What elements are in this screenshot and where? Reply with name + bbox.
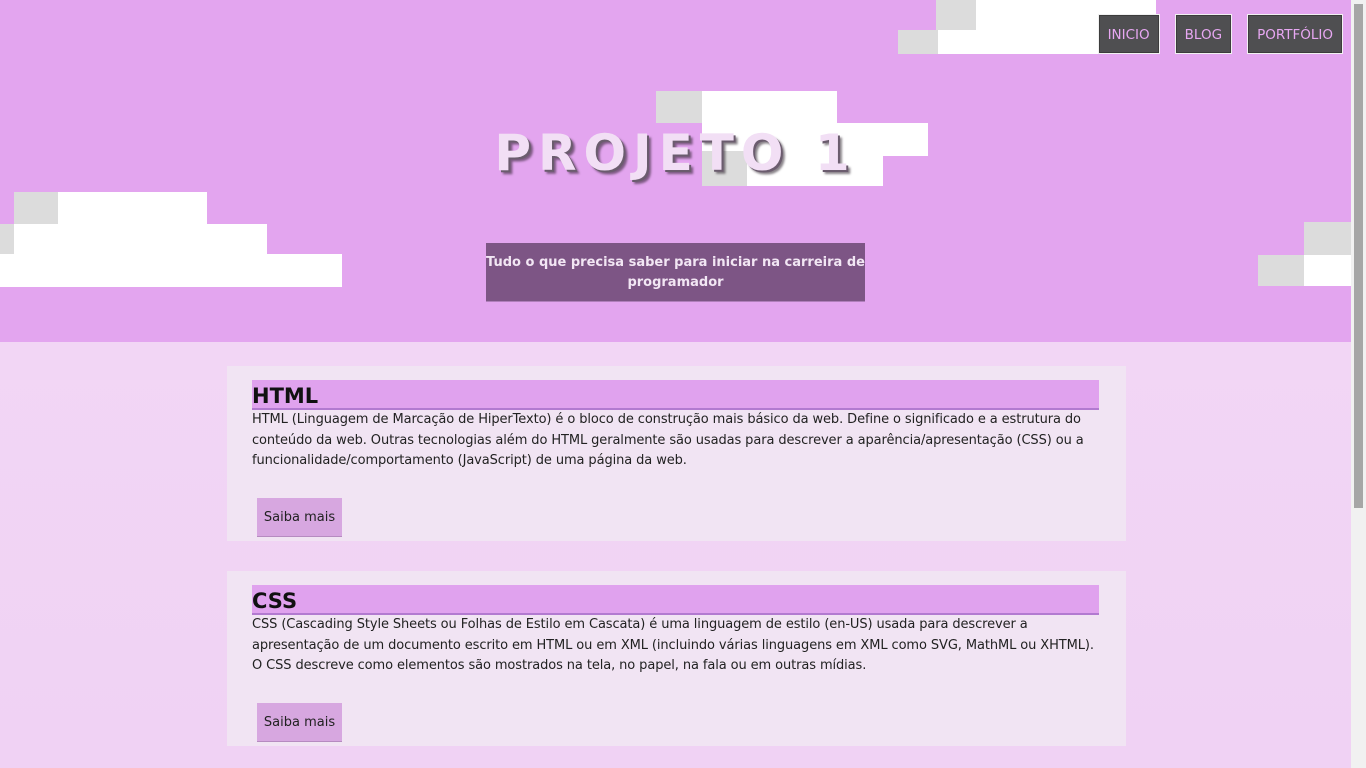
scrollbar-thumb[interactable]	[1354, 4, 1363, 508]
saiba-mais-button-css[interactable]: Saiba mais	[257, 703, 342, 742]
card-css: CSS CSS (Cascading Style Sheets ou Folha…	[227, 571, 1126, 746]
page-subtitle: Tudo o que precisa saber para iniciar na…	[486, 243, 865, 302]
page-title: PROJETO 1	[494, 124, 857, 182]
main-nav: INICIO BLOG PORTFÓLIO	[1097, 14, 1343, 54]
cloud-right	[1258, 222, 1351, 286]
card-html: HTML HTML (Linguagem de Marcação de Hipe…	[227, 366, 1126, 541]
saiba-mais-button-html[interactable]: Saiba mais	[257, 498, 342, 537]
card-title-html: HTML	[252, 380, 1099, 410]
nav-link-inicio[interactable]: INICIO	[1097, 14, 1160, 54]
vertical-scrollbar[interactable]	[1351, 0, 1366, 768]
card-text-css: CSS (Cascading Style Sheets ou Folhas de…	[252, 617, 1094, 673]
nav-link-blog[interactable]: BLOG	[1174, 14, 1233, 54]
nav-link-portfolio[interactable]: PORTFÓLIO	[1247, 14, 1343, 54]
card-text-html: HTML (Linguagem de Marcação de HiperText…	[252, 412, 1084, 468]
cloud-left	[0, 192, 342, 287]
card-title-css: CSS	[252, 585, 1099, 615]
